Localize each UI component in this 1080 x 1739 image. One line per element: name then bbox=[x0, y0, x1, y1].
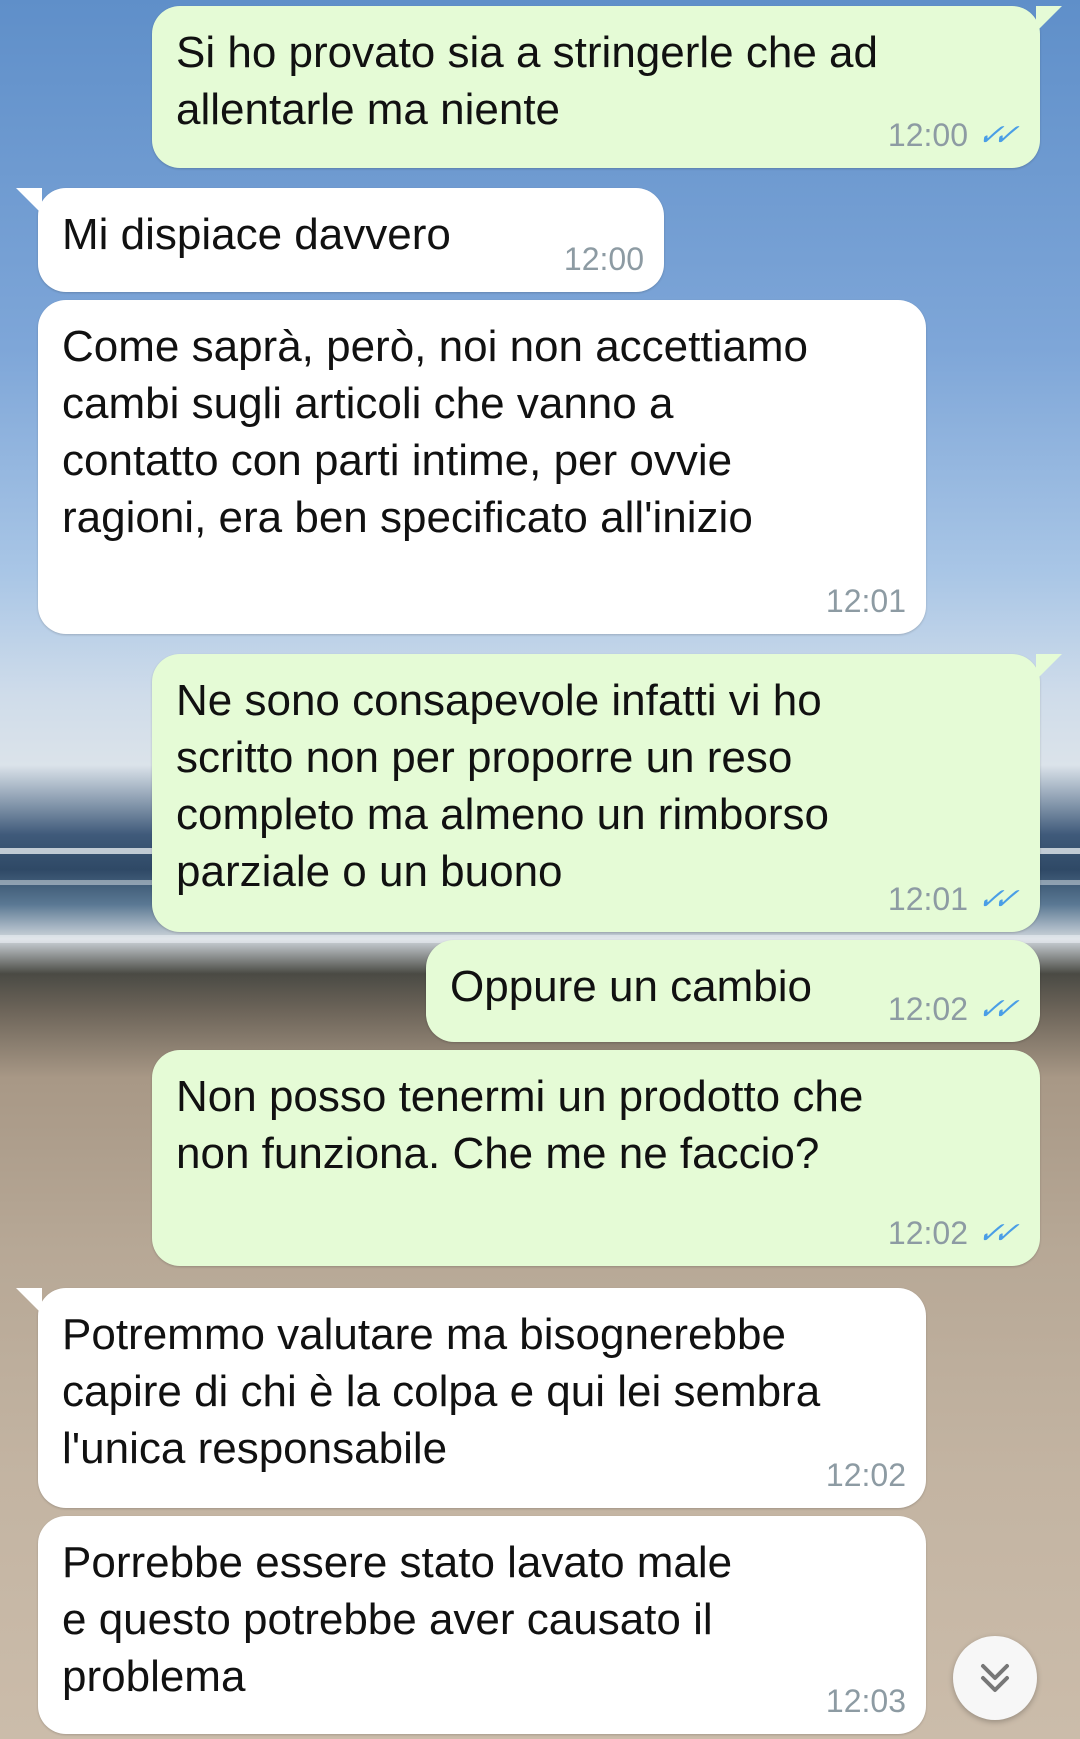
message-bubble-outgoing[interactable]: Oppure un cambio 12:02 ✓✓ bbox=[426, 940, 1040, 1042]
message-text: Ne sono consapevole infatti vi ho scritt… bbox=[176, 676, 829, 896]
read-receipt-icon: ✓✓ bbox=[975, 993, 1012, 1026]
message-time: 12:02 bbox=[887, 991, 968, 1027]
message-meta: 12:02 bbox=[826, 1457, 906, 1494]
message-meta: 12:00 ✓✓ bbox=[888, 117, 1020, 154]
message-bubble-outgoing[interactable]: Si ho provato sia a stringerle che ad al… bbox=[152, 6, 1062, 168]
read-receipt-icon: ✓✓ bbox=[975, 883, 1012, 916]
message-meta: 12:01 ✓✓ bbox=[888, 881, 1020, 918]
message-bubble-incoming[interactable]: Mi dispiace davvero 12:00 bbox=[16, 188, 664, 292]
read-receipt-icon: ✓✓ bbox=[975, 119, 1012, 152]
message-text: Non posso tenermi un prodotto che non fu… bbox=[176, 1072, 864, 1178]
message-text: Oppure un cambio bbox=[450, 962, 812, 1011]
message-text: Potremmo valutare ma bisognerebbe capire… bbox=[62, 1310, 821, 1473]
message-bubble-incoming[interactable]: Come saprà, però, noi non accettiamo cam… bbox=[38, 300, 926, 634]
message-time: 12:02 bbox=[887, 1215, 968, 1251]
message-bubble-incoming[interactable]: Porrebbe essere stato lavato male e ques… bbox=[38, 1516, 926, 1734]
read-receipt-icon: ✓✓ bbox=[975, 1217, 1012, 1250]
message-bubble-incoming[interactable]: Potremmo valutare ma bisognerebbe capire… bbox=[16, 1288, 926, 1508]
message-time: 12:01 bbox=[825, 583, 906, 619]
message-time: 12:02 bbox=[825, 1457, 906, 1493]
message-meta: 12:02 ✓✓ bbox=[888, 1215, 1020, 1252]
message-text: Mi dispiace davvero bbox=[62, 210, 451, 259]
message-time: 12:00 bbox=[887, 117, 968, 153]
message-meta: 12:03 bbox=[826, 1683, 906, 1720]
message-bubble-outgoing[interactable]: Ne sono consapevole infatti vi ho scritt… bbox=[152, 654, 1062, 932]
scroll-to-bottom-button[interactable] bbox=[953, 1636, 1037, 1720]
message-meta: 12:01 bbox=[826, 583, 906, 620]
message-bubble-outgoing[interactable]: Non posso tenermi un prodotto che non fu… bbox=[152, 1050, 1040, 1266]
message-text: Porrebbe essere stato lavato male e ques… bbox=[62, 1538, 733, 1701]
message-time: 12:01 bbox=[887, 881, 968, 917]
message-time: 12:03 bbox=[825, 1683, 906, 1719]
message-meta: 12:00 bbox=[564, 241, 644, 278]
message-text: Si ho provato sia a stringerle che ad al… bbox=[176, 28, 878, 134]
chevron-double-down-icon bbox=[981, 1664, 1009, 1692]
message-time: 12:00 bbox=[563, 241, 644, 277]
message-text: Come saprà, però, noi non accettiamo cam… bbox=[62, 322, 808, 542]
message-meta: 12:02 ✓✓ bbox=[888, 991, 1020, 1028]
